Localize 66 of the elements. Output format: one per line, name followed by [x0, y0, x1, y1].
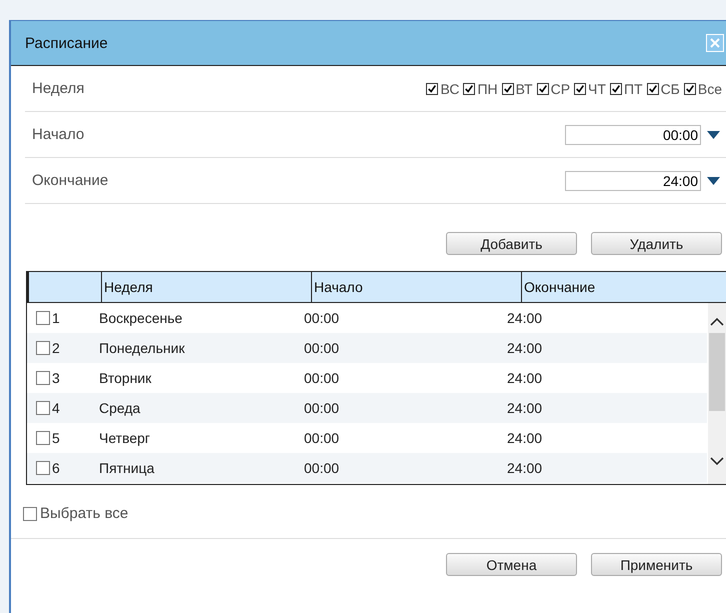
table-cell-text: Вторник — [99, 370, 152, 386]
window-title: Расписание — [25, 34, 108, 52]
field-label: Окончание — [31, 172, 108, 189]
table-cell-text: Четверг — [99, 430, 152, 446]
day-label: Все — [698, 80, 722, 96]
row-checkbox[interactable] — [36, 431, 50, 445]
time-field[interactable]: 00:00 — [565, 124, 701, 144]
column-header: Начало — [311, 272, 521, 302]
row-checkbox[interactable] — [36, 311, 50, 325]
action-button[interactable]: Удалить — [591, 232, 722, 255]
dropdown-arrow-icon[interactable] — [707, 130, 720, 138]
row-number: 4 — [52, 400, 60, 416]
day-checkbox[interactable] — [574, 82, 586, 94]
table-cell-text: 24:00 — [507, 460, 544, 476]
row-number: 2 — [52, 340, 60, 356]
table-cell-text: 24:00 — [507, 370, 544, 386]
row-number: 3 — [52, 370, 60, 386]
table-cell-text: 00:00 — [304, 430, 340, 446]
day-checkbox[interactable] — [463, 82, 476, 94]
day-checkbox[interactable] — [646, 82, 659, 94]
action-button[interactable]: Добавить — [446, 232, 577, 255]
table-cell-text: 00:00 — [304, 370, 340, 386]
day-label: ПТ — [624, 80, 643, 96]
day-label: СР — [550, 80, 570, 96]
day-checkbox[interactable] — [502, 82, 514, 94]
day-label: ЧТ — [588, 80, 606, 96]
row-checkbox[interactable] — [36, 461, 50, 475]
day-checkbox[interactable] — [684, 82, 696, 94]
scroll-down-icon[interactable] — [710, 456, 724, 466]
table-cell-text: 24:00 — [507, 310, 544, 326]
row-number: 6 — [52, 460, 60, 476]
scrollbar[interactable] — [708, 303, 726, 484]
row-checkbox[interactable] — [36, 371, 50, 385]
day-label: ВТ — [516, 80, 533, 96]
table-cell-text: Пятница — [99, 460, 156, 476]
day-checkbox[interactable] — [610, 82, 622, 94]
row-checkbox[interactable] — [36, 341, 50, 355]
table-cell-text: 00:00 — [304, 400, 340, 416]
table-cell-text: 00:00 — [304, 310, 340, 326]
table-cell-text: Понедельник — [99, 340, 186, 356]
day-checkbox[interactable] — [426, 82, 438, 94]
field-label: Неделя — [31, 80, 84, 97]
row-number: 5 — [52, 430, 60, 446]
row-checkbox[interactable] — [36, 401, 50, 415]
scroll-up-icon[interactable] — [710, 317, 724, 327]
checkbox-label: Выбрать все — [40, 505, 128, 522]
day-label: СБ — [660, 80, 680, 96]
table-cell-text: 00:00 — [304, 460, 340, 476]
column-header: Окончание — [521, 272, 726, 302]
table-cell-text: 24:00 — [507, 430, 544, 446]
table-cell-text: 24:00 — [507, 400, 544, 416]
table-cell-text: 24:00 — [507, 340, 544, 356]
time-field[interactable]: 24:00 — [565, 170, 701, 190]
row-number: 1 — [52, 310, 60, 326]
table-cell-text: 00:00 — [304, 340, 340, 356]
day-label: ВС — [440, 80, 460, 96]
footer-button[interactable]: Применить — [591, 553, 722, 576]
select-all-checkbox[interactable] — [23, 506, 37, 520]
field-label: Начало — [31, 126, 84, 143]
dropdown-arrow-icon[interactable] — [707, 176, 720, 184]
table-cell-text: Среда — [99, 400, 142, 416]
day-checkbox[interactable] — [536, 82, 549, 94]
table-cell-text: Воскресенье — [99, 310, 184, 326]
column-header: Неделя — [101, 272, 311, 302]
day-label: ПН — [477, 80, 498, 96]
footer-button[interactable]: Отмена — [446, 553, 577, 576]
